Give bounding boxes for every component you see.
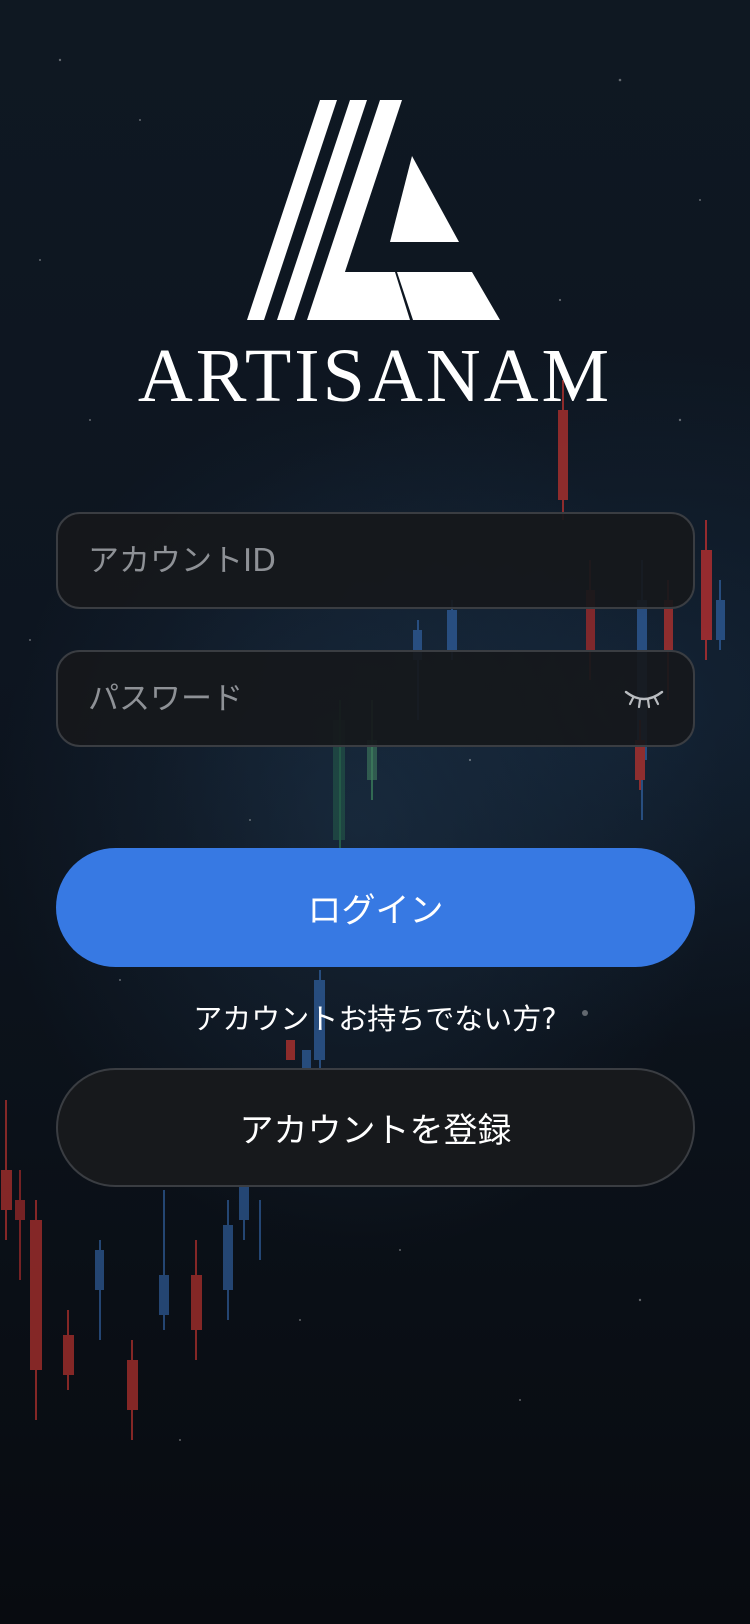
eye-closed-icon[interactable]: [623, 682, 665, 712]
artisanam-a-logo-icon: [247, 100, 500, 320]
login-screen: ARTISANAM ログイン アカウントお持ちでない方? アカウントを登録: [0, 0, 750, 1624]
no-account-prompt: アカウントお持ちでない方?: [193, 1002, 557, 1036]
password-field[interactable]: [56, 650, 695, 747]
password-input[interactable]: [88, 652, 628, 745]
register-account-button[interactable]: アカウントを登録: [56, 1068, 695, 1187]
account-id-input[interactable]: [88, 514, 628, 607]
login-button[interactable]: ログイン: [56, 848, 695, 967]
account-id-field[interactable]: [56, 512, 695, 609]
brand-name: ARTISANAM: [137, 334, 613, 418]
